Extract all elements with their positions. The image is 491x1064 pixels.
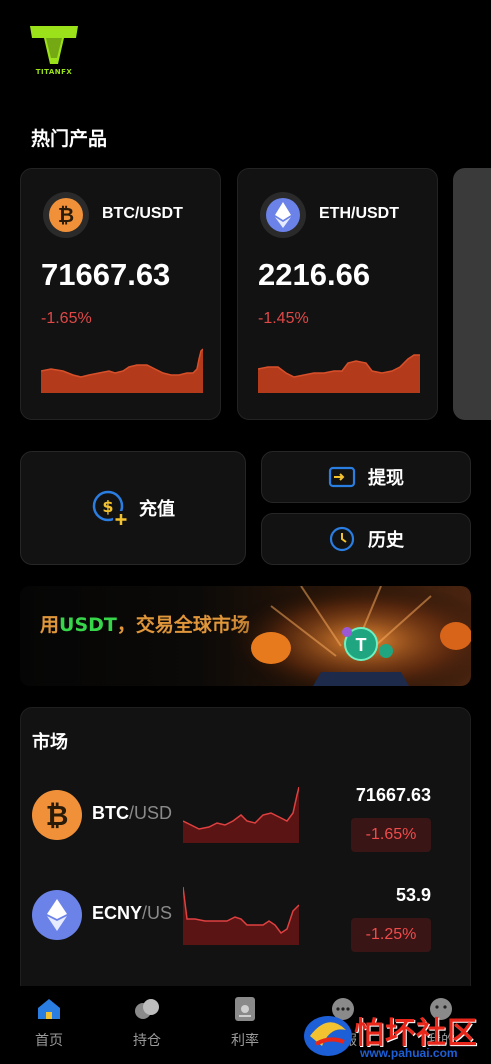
app-logo: TITANFX: [28, 24, 80, 78]
wallet-icon: [328, 466, 356, 488]
hot-card-sparkline: [41, 348, 203, 393]
hot-card-next[interactable]: [453, 168, 491, 420]
withdraw-button[interactable]: 提现: [261, 451, 471, 503]
market-row-price: 71667.63: [355, 785, 431, 805]
deposit-button[interactable]: $ 充值: [20, 451, 246, 565]
bitcoin-icon: ₿: [32, 790, 82, 840]
market-row-sparkline: [183, 886, 299, 945]
logo-text: TITANFX: [35, 68, 73, 76]
tab-rate[interactable]: 利率: [196, 986, 294, 1064]
tab-label: 利率: [231, 1033, 259, 1049]
hot-card-price: 71667.63: [41, 257, 171, 292]
hot-products-title: 热门产品: [31, 128, 108, 150]
market-row[interactable]: ₿ BTC/USDT 71667.63 -1.65%: [21, 775, 472, 865]
hot-card-pair: ETH/USDT: [319, 205, 399, 222]
hot-card-change: -1.45%: [258, 310, 309, 327]
market-row-price: 53.9: [395, 885, 431, 905]
svg-text:₿: ₿: [58, 203, 74, 227]
watermark: 怕坏社区 www.pahuai.com: [300, 1004, 491, 1064]
hot-card-pair: BTC/USDT: [102, 205, 183, 222]
market-row-sparkline: [183, 786, 299, 843]
watermark-url: www.pahuai.com: [360, 1046, 458, 1060]
coins-icon: [132, 994, 162, 1024]
tab-positions[interactable]: 持仓: [98, 986, 196, 1064]
svg-text:T: T: [356, 635, 367, 655]
history-label: 历史: [368, 530, 404, 551]
tab-label: 首页: [35, 1033, 63, 1049]
market-row-name: BTC/USDT: [92, 803, 172, 823]
banner-highlight: USDT: [59, 614, 117, 636]
dollar-plus-icon: $: [92, 490, 129, 527]
promo-banner[interactable]: 用USDT，交易全球市场 T: [20, 586, 471, 686]
market-title: 市场: [32, 732, 68, 753]
watermark-logo-icon: [304, 1016, 352, 1056]
ethereum-icon: [32, 890, 82, 940]
history-button[interactable]: 历史: [261, 513, 471, 565]
home-icon: [34, 994, 64, 1024]
deposit-label: 充值: [139, 499, 175, 520]
hot-card-btc[interactable]: ₿ BTC/USDT 71667.63 -1.65%: [20, 168, 221, 420]
market-section: 市场 ₿ BTC/USDT 71667.63 -1.65% ECNY/USDT …: [20, 707, 471, 997]
rate-icon: [230, 994, 260, 1024]
market-row-change: -1.25%: [351, 918, 431, 952]
hot-card-eth[interactable]: ETH/USDT 2216.66 -1.45%: [237, 168, 438, 420]
titan-logo-icon: [30, 26, 78, 64]
banner-suffix: ，交易全球市场: [116, 614, 250, 636]
market-row-change: -1.65%: [351, 818, 431, 852]
withdraw-label: 提现: [368, 468, 404, 489]
banner-text: 用USDT，交易全球市场: [40, 610, 250, 640]
bitcoin-icon: ₿: [43, 192, 89, 238]
hot-card-sparkline: [258, 354, 420, 393]
tether-coins-illustration: T: [231, 586, 471, 686]
banner-prefix: 用: [40, 614, 60, 636]
svg-text:$: $: [102, 497, 113, 516]
hot-card-price: 2216.66: [258, 257, 371, 292]
market-row[interactable]: ECNY/USDT 53.9 -1.25%: [21, 875, 472, 965]
clock-icon: [329, 526, 355, 552]
hot-card-change: -1.65%: [41, 310, 92, 327]
tab-home[interactable]: 首页: [0, 986, 98, 1064]
market-row-name: ECNY/USDT: [92, 903, 172, 923]
ethereum-icon: [260, 192, 306, 238]
tab-label: 持仓: [133, 1033, 161, 1049]
